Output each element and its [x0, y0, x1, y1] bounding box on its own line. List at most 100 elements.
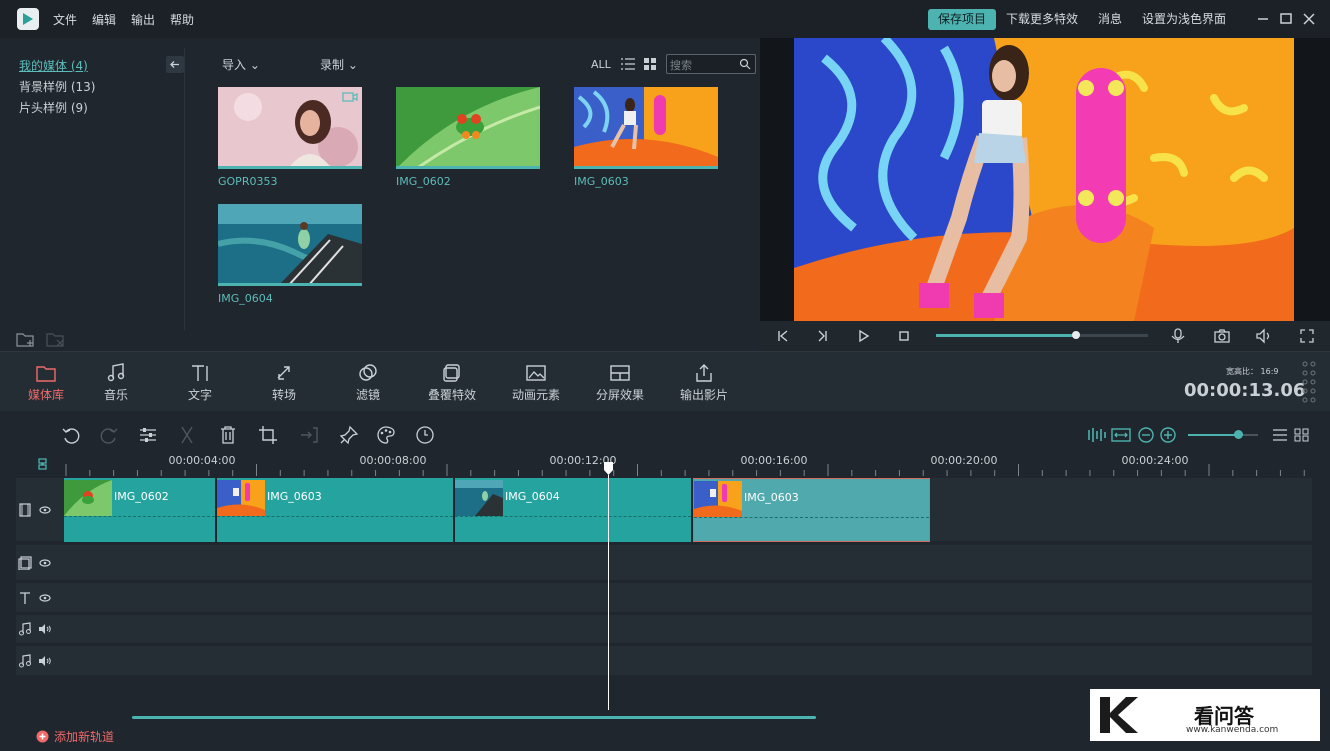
sidebar-item-intro-samples[interactable]: 片头样例 (9): [19, 99, 88, 116]
split-to-track-icon[interactable]: [298, 424, 320, 446]
adjust-icon[interactable]: [137, 424, 159, 446]
zoom-slider-fill: [1188, 434, 1239, 436]
timeline-clip[interactable]: IMG_0602: [64, 478, 217, 542]
volume-icon[interactable]: [1254, 326, 1274, 346]
microphone-icon[interactable]: [1168, 326, 1188, 346]
eye-icon[interactable]: [38, 556, 52, 570]
playback-handle[interactable]: [1071, 331, 1080, 339]
video-track-controls: [18, 502, 54, 518]
fullscreen-icon[interactable]: [1297, 326, 1317, 346]
collapse-sidebar-icon[interactable]: [166, 56, 184, 73]
delete-icon[interactable]: [217, 424, 239, 446]
pin-icon[interactable]: [338, 424, 360, 446]
tool-filter[interactable]: 滤镜: [328, 360, 408, 403]
minimize-icon[interactable]: [1252, 8, 1274, 30]
playback-progress-fill: [936, 334, 1076, 337]
tool-overlay[interactable]: 叠覆特效: [412, 360, 492, 403]
playback-progress[interactable]: [936, 331, 1148, 339]
speaker-icon[interactable]: [38, 654, 52, 668]
color-palette-icon[interactable]: [375, 424, 397, 446]
folder-icon: [6, 360, 86, 386]
media-item[interactable]: IMG_0603: [574, 87, 718, 188]
tool-transition[interactable]: 转场: [244, 360, 324, 403]
music-note-icon: [18, 654, 32, 668]
list-view-icon[interactable]: [620, 57, 636, 71]
menu-help[interactable]: 帮助: [170, 11, 194, 28]
tool-split-screen[interactable]: 分屏效果: [580, 360, 660, 403]
menu-edit[interactable]: 编辑: [92, 11, 116, 28]
media-item-label: IMG_0603: [574, 175, 629, 188]
zoom-slider[interactable]: [1188, 430, 1258, 439]
track-list-icon[interactable]: [1269, 424, 1291, 446]
import-dropdown[interactable]: 导入 ⌄: [222, 56, 260, 73]
media-thumbnail: [218, 204, 362, 286]
maximize-icon[interactable]: [1275, 8, 1297, 30]
record-label: 录制: [320, 58, 345, 72]
audio-track-controls: [18, 621, 54, 637]
grid-layout-icon[interactable]: [1291, 424, 1313, 446]
audio-mixer-icon[interactable]: [1085, 424, 1107, 446]
clip-divider: [64, 516, 215, 517]
step-forward-icon[interactable]: [812, 326, 832, 346]
tool-media[interactable]: 媒体库: [6, 360, 86, 403]
zoom-out-icon[interactable]: [1135, 424, 1157, 446]
playhead-handle[interactable]: [604, 462, 613, 476]
crop-icon[interactable]: [257, 424, 279, 446]
undo-icon[interactable]: [60, 424, 82, 446]
grid-view-icon[interactable]: [643, 57, 657, 71]
search-icon[interactable]: [739, 58, 751, 70]
clock-icon[interactable]: [414, 424, 436, 446]
light-mode-link[interactable]: 设置为浅色界面: [1142, 10, 1226, 27]
video-track-2: [16, 545, 1312, 581]
download-effects-link[interactable]: 下载更多特效: [1006, 10, 1078, 27]
snapshot-camera-icon[interactable]: [1212, 326, 1232, 346]
add-circle-icon: [36, 730, 49, 743]
snap-magnet-icon[interactable]: [36, 456, 50, 472]
close-icon[interactable]: [1298, 8, 1320, 30]
tool-export[interactable]: 输出影片: [664, 360, 744, 403]
tool-label: 动画元素: [511, 388, 560, 402]
timeline-clip[interactable]: IMG_0604: [455, 478, 693, 542]
save-project-button[interactable]: 保存项目: [928, 9, 996, 30]
messages-link[interactable]: 消息: [1098, 10, 1122, 27]
media-item[interactable]: GOPR0353: [218, 87, 362, 188]
tool-text[interactable]: 文字: [160, 360, 240, 403]
skip-back-icon[interactable]: [773, 326, 793, 346]
media-thumbnail: [396, 87, 540, 169]
media-item[interactable]: IMG_0604: [218, 204, 362, 305]
timeline-clip[interactable]: IMG_0603: [217, 478, 455, 542]
zoom-in-icon[interactable]: [1157, 424, 1179, 446]
image-icon: [496, 360, 576, 386]
redo-icon[interactable]: [98, 424, 120, 446]
watermark: 看问答 www.kanwenda.com: [1090, 689, 1320, 741]
timecode: 00:00:13.06: [1184, 380, 1306, 401]
sidebar-item-background-samples[interactable]: 背景样例 (13): [19, 78, 95, 95]
eye-icon[interactable]: [38, 503, 52, 517]
new-folder-icon[interactable]: [15, 330, 37, 348]
cut-icon[interactable]: [176, 424, 198, 446]
timeline-scrollbar[interactable]: [132, 716, 816, 719]
add-track-button[interactable]: 添加新轨道: [36, 728, 114, 745]
play-icon[interactable]: [853, 326, 873, 346]
stop-icon[interactable]: [894, 326, 914, 346]
delete-folder-icon[interactable]: [45, 330, 67, 348]
tool-music[interactable]: 音乐: [76, 360, 156, 403]
tool-elements[interactable]: 动画元素: [496, 360, 576, 403]
menu-export[interactable]: 输出: [131, 11, 155, 28]
sidebar-item-my-media[interactable]: 我的媒体 (4): [19, 57, 88, 74]
search-input[interactable]: 搜索: [666, 54, 756, 74]
clip-thumbnail: [694, 481, 742, 517]
drag-handle-icon[interactable]: [1302, 360, 1316, 404]
fit-to-window-icon[interactable]: [1110, 424, 1132, 446]
filter-all-button[interactable]: ALL: [591, 58, 611, 71]
menu-file[interactable]: 文件: [53, 11, 77, 28]
sidebar-divider: [184, 48, 185, 330]
music-note-icon: [18, 622, 32, 636]
timeline-clip-selected[interactable]: IMG_0603: [693, 478, 930, 542]
record-dropdown[interactable]: 录制 ⌄: [320, 56, 358, 73]
media-item[interactable]: IMG_0602: [396, 87, 540, 188]
speaker-icon[interactable]: [38, 622, 52, 636]
music-icon: [76, 360, 156, 386]
eye-icon[interactable]: [38, 591, 52, 605]
timeline-ruler[interactable]: 00:00:04:00 00:00:08:00 00:00:12:00 00:0…: [64, 450, 1314, 476]
